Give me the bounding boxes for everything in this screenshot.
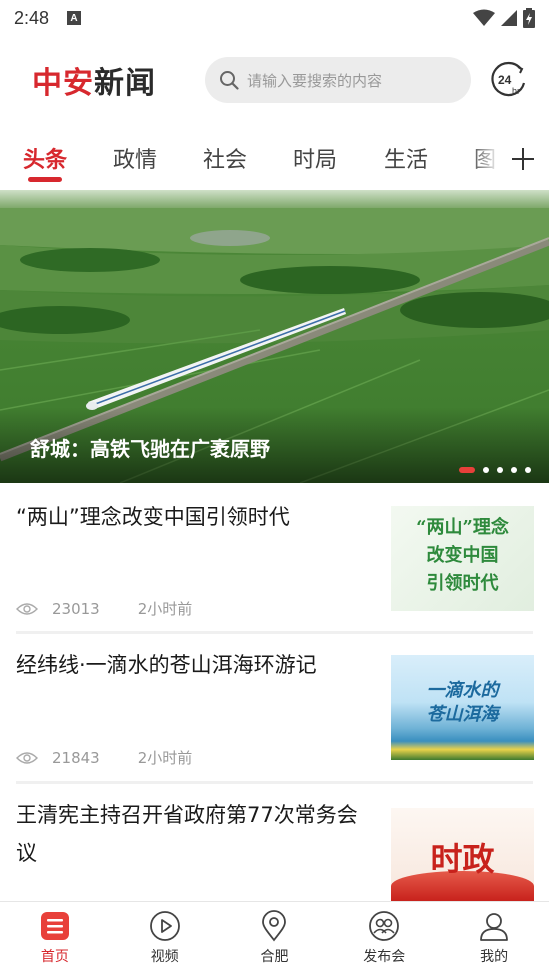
battery-icon: [523, 8, 535, 28]
people-icon: [369, 911, 400, 941]
nav-label: 视频: [150, 949, 179, 965]
carousel-dot[interactable]: [483, 467, 489, 473]
bottom-navigation: 首页 视频 合肥 发布会 我的: [0, 901, 549, 977]
nav-profile[interactable]: 我的: [439, 902, 549, 977]
thumb-text-line: “两山”理念: [416, 517, 509, 538]
thumb-text-line: 引领时代: [426, 573, 499, 594]
news-meta: 23013 2小时前: [16, 598, 192, 619]
news-meta: 21843 2小时前: [16, 747, 192, 768]
thumb-text-line: 苍山洱海: [426, 704, 499, 725]
news-views: 23013: [52, 599, 100, 618]
news-thumbnail: “两山”理念 改变中国 引领时代: [391, 506, 534, 611]
carousel-dot[interactable]: [459, 467, 475, 473]
status-icons: [473, 8, 535, 28]
views-icon: [16, 751, 38, 764]
nav-hefei[interactable]: 合肥: [220, 902, 330, 977]
tab-politics[interactable]: 政情: [113, 142, 157, 174]
tab-current[interactable]: 时局: [293, 142, 337, 174]
clock-label: 24: [498, 73, 512, 87]
hero-title: 舒城：高铁飞驰在广袤原野: [30, 437, 270, 461]
category-tabs: 头条 政情 社会 时局 生活 图: [0, 130, 549, 184]
hero-banner[interactable]: 舒城：高铁飞驰在广袤原野: [0, 190, 549, 483]
tabs-fade: [470, 130, 500, 180]
signal-icon: [501, 10, 517, 26]
news-title: 经纬线·一滴水的苍山洱海环游记: [16, 653, 317, 677]
nav-label: 发布会: [363, 949, 406, 965]
nav-label: 首页: [40, 949, 69, 965]
location-icon: [262, 910, 287, 942]
news-thumbnail: 一滴水的 苍山洱海: [391, 655, 534, 760]
carousel-dot[interactable]: [497, 467, 503, 473]
news-time: 2小时前: [137, 600, 193, 618]
logo-part1: 中安: [32, 66, 94, 101]
news-item[interactable]: “两山”理念改变中国引领时代 23013 2小时前 “两山”理念 改变中国 引领…: [0, 483, 549, 633]
profile-icon: [480, 913, 508, 941]
search-placeholder: 请输入要搜索的内容: [247, 71, 383, 90]
active-tab-indicator: [28, 177, 62, 182]
logo-part2: 新闻: [94, 66, 156, 101]
views-icon: [16, 602, 38, 615]
status-bar: 2:48 A: [0, 0, 549, 36]
tab-life[interactable]: 生活: [384, 142, 428, 174]
carousel-dot[interactable]: [525, 467, 531, 473]
24hr-icon[interactable]: 24 hr: [490, 61, 528, 99]
news-item[interactable]: 王清宪主持召开省政府第77次常务会议 时政: [0, 783, 549, 901]
tab-society[interactable]: 社会: [203, 142, 247, 174]
nav-press[interactable]: 发布会: [329, 902, 439, 977]
thumb-text-line: 改变中国: [426, 545, 499, 566]
news-time: 2小时前: [137, 749, 193, 767]
search-icon: [220, 71, 239, 90]
tab-headlines[interactable]: 头条: [23, 142, 67, 174]
nav-label: 我的: [480, 949, 509, 965]
news-views: 21843: [52, 748, 100, 767]
app-logo: 中安新闻: [32, 58, 156, 102]
thumb-text-line: 一滴水的: [426, 680, 499, 701]
status-time: 2:48: [14, 7, 50, 28]
wifi-icon: [473, 9, 495, 26]
nav-label: 合肥: [260, 949, 289, 965]
thumb-text-line: 时政: [430, 840, 495, 878]
nav-video[interactable]: 视频: [110, 902, 220, 977]
news-title: 王清宪主持召开省政府第77次常务会议: [16, 803, 358, 865]
video-icon: [149, 911, 180, 941]
clock-sub: hr: [512, 86, 520, 96]
home-icon: [40, 912, 69, 940]
news-thumbnail: 时政: [391, 808, 534, 901]
search-bar[interactable]: 请输入要搜索的内容: [205, 57, 471, 103]
news-title: “两山”理念改变中国引领时代: [16, 505, 290, 529]
nav-home[interactable]: 首页: [0, 902, 110, 977]
carousel-dot[interactable]: [511, 467, 517, 473]
news-item[interactable]: 经纬线·一滴水的苍山洱海环游记 21843 2小时前 一滴水的 苍山洱海: [0, 633, 549, 783]
add-tab-icon[interactable]: [510, 146, 536, 172]
notification-icon: A: [67, 11, 82, 25]
app-header: 中安新闻 请输入要搜索的内容 24 hr: [0, 50, 549, 110]
carousel-indicator: [459, 467, 531, 473]
